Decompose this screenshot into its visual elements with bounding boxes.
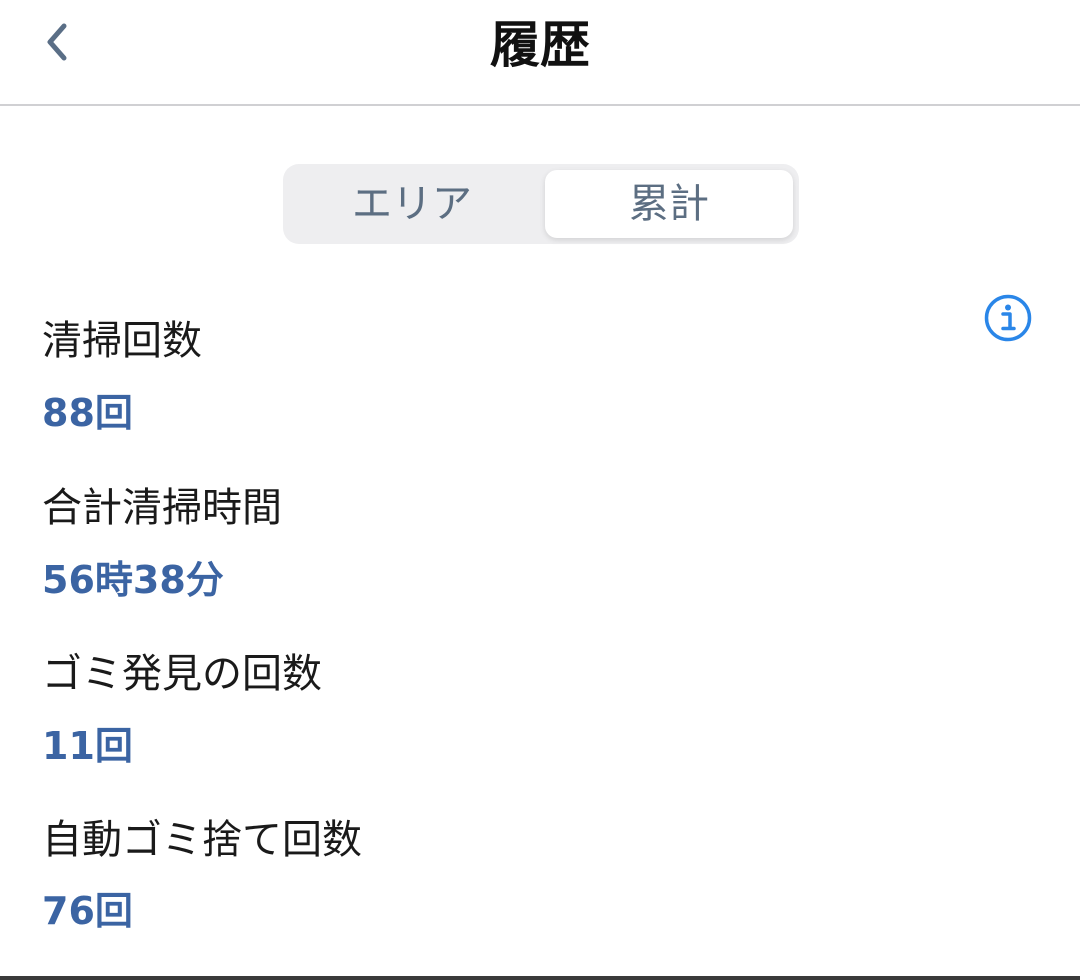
bottom-divider — [0, 976, 1080, 980]
stat-label-auto-empty-count: 自動ゴミ捨て回数 — [42, 817, 362, 863]
stat-label-total-cleaning-time: 合計清掃時間 — [42, 485, 282, 531]
stat-label-cleaning-count: 清掃回数 — [42, 318, 202, 364]
segmented-control: エリア 累計 — [283, 164, 799, 244]
tab-area[interactable]: エリア — [289, 170, 535, 238]
info-icon — [984, 294, 1032, 342]
info-button[interactable] — [983, 293, 1033, 343]
stat-value-auto-empty-count: 76回 — [42, 889, 133, 933]
navigation-bar: 履歴 — [0, 0, 1080, 106]
page-title: 履歴 — [490, 16, 590, 74]
stat-value-cleaning-count: 88回 — [42, 391, 133, 435]
tab-total[interactable]: 累計 — [545, 170, 793, 238]
stat-label-dirt-detected-count: ゴミ発見の回数 — [42, 651, 322, 697]
stat-value-dirt-detected-count: 11回 — [42, 724, 133, 768]
stat-value-total-cleaning-time: 56時38分 — [42, 558, 224, 602]
